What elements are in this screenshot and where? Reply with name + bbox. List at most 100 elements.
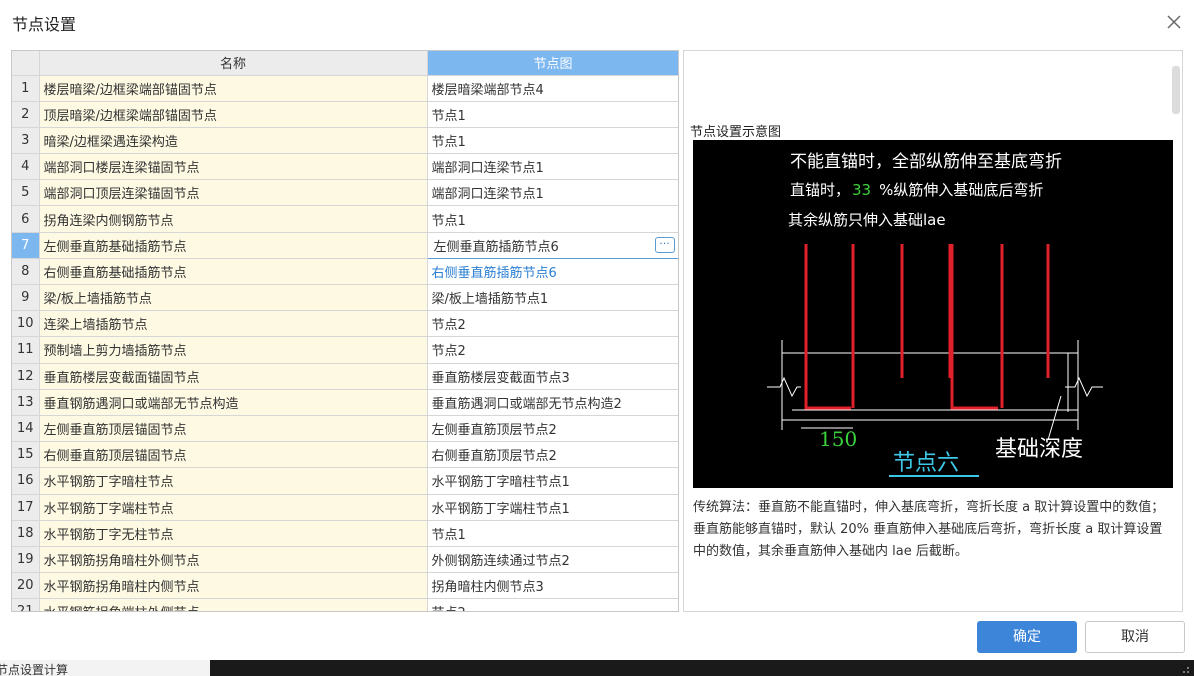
- row-node-value: 端部洞口连梁节点1: [431, 161, 544, 177]
- row-name-cell: 顶层暗梁/边框梁端部锚固节点: [39, 101, 428, 128]
- row-node-cell[interactable]: 垂直筋遇洞口或端部无节点构造2: [427, 389, 678, 416]
- row-node-cell[interactable]: 左侧垂直筋顶层节点2: [427, 415, 678, 443]
- table-row[interactable]: 5 端部洞口顶层连梁锚固节点 端部洞口连梁节点1: [12, 179, 678, 207]
- table-row[interactable]: 3 暗梁/边框梁遇连梁构造 节点1: [12, 127, 678, 155]
- row-number: 8: [12, 258, 40, 286]
- table-row[interactable]: 19 水平钢筋拐角暗柱外侧节点 外侧钢筋连续通过节点2: [12, 546, 678, 574]
- cancel-button[interactable]: 取消: [1085, 621, 1185, 653]
- row-number: 2: [12, 101, 40, 128]
- dim-value: 150: [819, 427, 857, 451]
- row-node-cell[interactable]: 节点1: [427, 101, 678, 128]
- row-node-value: 节点2: [431, 318, 466, 334]
- ok-button[interactable]: 确定: [977, 621, 1077, 653]
- row-number: 1: [12, 75, 40, 102]
- row-number: 3: [12, 127, 40, 155]
- row-node-cell[interactable]: 垂直筋楼层变截面节点3: [427, 363, 678, 390]
- table-row[interactable]: 4 端部洞口楼层连梁锚固节点 端部洞口连梁节点1: [12, 153, 678, 181]
- row-node-cell[interactable]: 节点1: [427, 205, 678, 233]
- title-bar: 节点设置: [0, 0, 1194, 46]
- resize-grip-icon[interactable]: [1180, 664, 1190, 674]
- table-row[interactable]: 10 连梁上墙插筋节点 节点2: [12, 310, 678, 338]
- row-number: 17: [12, 494, 40, 521]
- table-row[interactable]: 16 水平钢筋丁字暗柱节点 水平钢筋丁字暗柱节点1: [12, 467, 678, 495]
- row-node-cell[interactable]: 水平钢筋丁字暗柱节点1: [427, 467, 678, 495]
- column-header-node[interactable]: 节点图: [427, 51, 678, 76]
- dialog-title: 节点设置: [12, 15, 77, 34]
- table-row[interactable]: 15 右侧垂直筋顶层锚固节点 右侧垂直筋顶层节点2: [12, 441, 678, 469]
- row-node-cell[interactable]: 右侧垂直筋插筋节点6: [427, 258, 678, 286]
- row-node-cell[interactable]: 楼层暗梁端部节点4: [427, 75, 678, 102]
- table-row[interactable]: 8 右侧垂直筋基础插筋节点 右侧垂直筋插筋节点6: [12, 258, 678, 286]
- row-node-value: 节点1: [431, 108, 466, 124]
- row-name-cell: 梁/板上墙插筋节点: [39, 284, 428, 312]
- row-node-cell[interactable]: 节点1: [427, 127, 678, 155]
- row-node-value: 右侧垂直筋顶层节点2: [431, 449, 557, 465]
- row-node-cell[interactable]: 梁/板上墙插筋节点1: [427, 284, 678, 312]
- table-row[interactable]: 14 左侧垂直筋顶层锚固节点 左侧垂直筋顶层节点2: [12, 415, 678, 443]
- table-row[interactable]: 18 水平钢筋丁字无柱节点 节点1: [12, 520, 678, 547]
- row-number: 4: [12, 153, 40, 181]
- row-name-cell: 连梁上墙插筋节点: [39, 310, 428, 338]
- row-node-cell[interactable]: 水平钢筋丁字端柱节点1: [427, 494, 678, 521]
- table-row[interactable]: 1 楼层暗梁/边框梁端部锚固节点 楼层暗梁端部节点4: [12, 75, 678, 102]
- table-row[interactable]: 2 顶层暗梁/边框梁端部锚固节点 节点1: [12, 101, 678, 128]
- table-row[interactable]: 20 水平钢筋拐角暗柱内侧节点 拐角暗柱内侧节点3: [12, 572, 678, 600]
- row-name-cell: 水平钢筋拐角端柱外侧节点: [39, 598, 428, 611]
- node-diagram: 不能直锚时，全部纵筋伸至基底弯折 直锚时， 33 %纵筋伸入基础底后弯折 其余纵筋只…: [693, 140, 1173, 488]
- table-row[interactable]: 12 垂直筋楼层变截面锚固节点 垂直筋楼层变截面节点3: [12, 363, 678, 390]
- preview-scrollbar[interactable]: [1172, 66, 1180, 114]
- diagram-line-2-post: %纵筋伸入基础底后弯折: [879, 181, 1043, 199]
- row-node-cell[interactable]: 节点2: [427, 598, 678, 611]
- row-name-cell: 右侧垂直筋顶层锚固节点: [39, 441, 428, 469]
- row-node-cell[interactable]: 左侧垂直筋插筋节点6 ···: [426, 231, 678, 259]
- row-name-cell: 暗梁/边框梁遇连梁构造: [39, 127, 428, 155]
- row-name-cell: 垂直筋楼层变截面锚固节点: [39, 363, 428, 390]
- table-row[interactable]: 6 拐角连梁内侧钢筋节点 节点1: [12, 205, 678, 233]
- row-node-value: 楼层暗梁端部节点4: [431, 82, 544, 98]
- row-node-cell[interactable]: 节点2: [427, 336, 678, 364]
- table-row[interactable]: 13 垂直钢筋遇洞口或端部无节点构造 垂直筋遇洞口或端部无节点构造2: [12, 389, 678, 416]
- row-node-value: 外侧钢筋连续通过节点2: [431, 553, 570, 569]
- row-node-cell[interactable]: 右侧垂直筋顶层节点2: [427, 441, 678, 469]
- row-node-value: 节点2: [432, 606, 466, 611]
- row-number: 7: [12, 232, 40, 259]
- diagram-line-2-pre: 直锚时，: [790, 181, 850, 199]
- row-node-cell[interactable]: 节点1: [427, 520, 678, 547]
- row-name-cell: 水平钢筋丁字暗柱节点: [39, 467, 428, 495]
- row-node-value: 节点1: [431, 134, 466, 150]
- table-row[interactable]: 11 预制墙上剪力墙插筋节点 节点2: [12, 336, 678, 364]
- row-node-cell[interactable]: 端部洞口连梁节点1: [427, 153, 678, 181]
- row-number: 18: [12, 520, 40, 547]
- table-row[interactable]: 21水平钢筋拐角端柱外侧节点节点2: [12, 598, 678, 611]
- row-node-value: 梁/板上墙插筋节点1: [431, 292, 549, 308]
- rebar-left-bent-1: [804, 244, 851, 410]
- row-name-cell: 端部洞口楼层连梁锚固节点: [39, 153, 428, 181]
- close-icon[interactable]: [1164, 12, 1184, 32]
- row-name-cell: 右侧垂直筋基础插筋节点: [39, 258, 428, 286]
- row-number: 11: [12, 336, 40, 364]
- row-number-header: [12, 51, 40, 76]
- row-node-cell[interactable]: 端部洞口连梁节点1: [427, 179, 678, 207]
- row-number: 9: [12, 284, 40, 312]
- row-name-cell: 水平钢筋拐角暗柱外侧节点: [39, 546, 428, 574]
- diagram-line-1: 不能直锚时，全部纵筋伸至基底弯折: [790, 152, 1062, 172]
- row-name-cell: 水平钢筋丁字端柱节点: [39, 494, 428, 521]
- more-options-icon[interactable]: ···: [654, 236, 675, 253]
- row-node-cell[interactable]: 外侧钢筋连续通过节点2: [427, 546, 678, 574]
- straight-anchor-percent: 33: [852, 181, 871, 199]
- table-row[interactable]: 7 左侧垂直筋基础插筋节点 左侧垂直筋插筋节点6 ···: [12, 231, 678, 259]
- background-panel: 节点设置计算: [0, 660, 210, 676]
- row-name-cell: 预制墙上剪力墙插筋节点: [39, 336, 428, 364]
- row-node-cell[interactable]: 节点2: [427, 310, 678, 338]
- row-node-cell[interactable]: 拐角暗柱内侧节点3: [427, 572, 678, 600]
- table-row[interactable]: 17 水平钢筋丁字端柱节点 水平钢筋丁字端柱节点1: [12, 494, 678, 521]
- column-header-name[interactable]: 名称: [39, 51, 428, 76]
- row-number: 5: [12, 179, 40, 207]
- row-node-value: 垂直筋遇洞口或端部无节点构造2: [431, 396, 622, 412]
- background-app-strip: 节点设置计算: [0, 660, 1194, 676]
- row-name-cell: 左侧垂直筋基础插筋节点: [39, 232, 428, 259]
- preview-label: 节点设置示意图: [690, 125, 782, 140]
- row-node-value: 端部洞口连梁节点1: [431, 187, 544, 203]
- depth-pointer: [1047, 395, 1062, 441]
- table-row[interactable]: 9 梁/板上墙插筋节点 梁/板上墙插筋节点1: [12, 284, 678, 312]
